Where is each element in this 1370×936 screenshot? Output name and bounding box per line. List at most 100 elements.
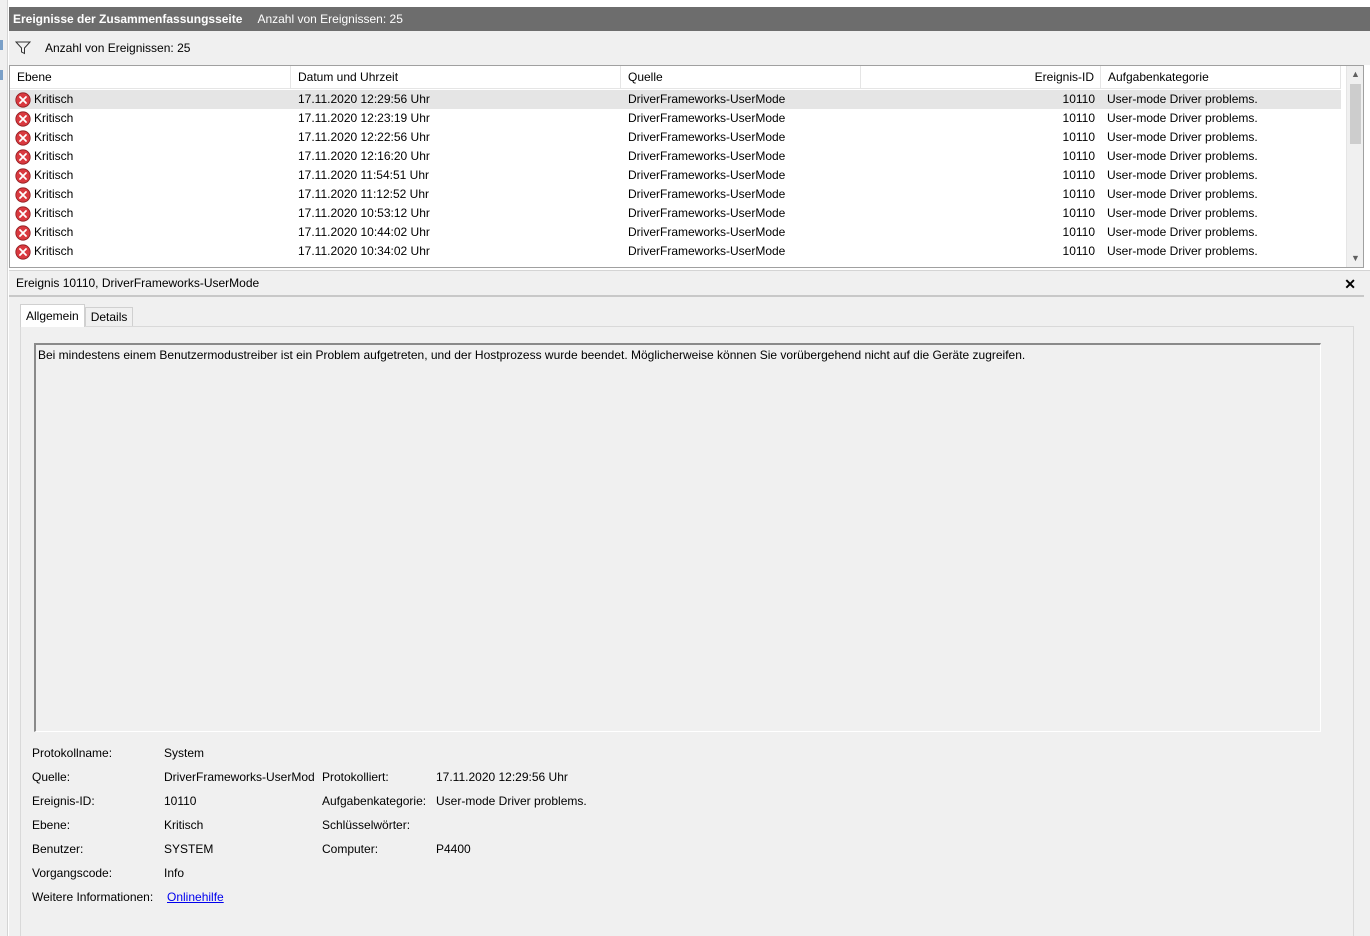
cell-level-text: Kritisch — [34, 168, 74, 182]
detail-tabs: Allgemein Details — [20, 304, 134, 327]
cell-level-text: Kritisch — [34, 187, 74, 201]
table-row[interactable]: Kritisch 17.11.2020 11:54:51 Uhr DriverFra… — [10, 166, 1341, 185]
cell-task-category: User-mode Driver problems. — [1107, 206, 1258, 220]
summary-count: Anzahl von Ereignissen: 25 — [257, 12, 403, 26]
cell-source: DriverFrameworks-UserMode — [628, 149, 786, 163]
critical-error-icon — [15, 91, 31, 108]
cell-level-text: Kritisch — [34, 111, 74, 125]
tab-general[interactable]: Allgemein — [20, 304, 85, 327]
cell-date: 17.11.2020 10:53:12 Uhr — [298, 206, 430, 220]
cell-level: Kritisch — [10, 166, 291, 185]
cell-event-id: 10110 — [1062, 206, 1095, 220]
event-detail-title: Ereignis 10110, DriverFrameworks-UserMod… — [16, 276, 260, 290]
filter-count-label: Anzahl von Ereignissen: 25 — [45, 41, 191, 55]
cell-event-id: 10110 — [1062, 225, 1095, 239]
critical-error-icon — [15, 224, 31, 241]
critical-error-icon — [15, 186, 31, 203]
cell-date: 17.11.2020 11:12:52 Uhr — [298, 187, 429, 201]
logged-label: Protokolliert: — [322, 770, 389, 784]
user-value: SYSTEM — [164, 842, 214, 856]
cell-level-text: Kritisch — [34, 130, 74, 144]
column-header-date[interactable]: Datum und Uhrzeit — [291, 66, 621, 89]
column-header-level[interactable]: Ebene — [10, 66, 291, 89]
cell-source: DriverFrameworks-UserMode — [628, 130, 786, 144]
cell-date: 17.11.2020 10:44:02 Uhr — [298, 225, 430, 239]
computer-label: Computer: — [322, 842, 379, 856]
event-list-scrollbar[interactable]: ▲ ▼ — [1346, 66, 1363, 267]
table-row[interactable]: Kritisch 17.11.2020 10:53:12 Uhr DriverFra… — [10, 204, 1341, 223]
source-label: Quelle: — [32, 770, 71, 784]
cell-task-category: User-mode Driver problems. — [1107, 111, 1258, 125]
cell-event-id: 10110 — [1062, 168, 1095, 182]
cell-date: 17.11.2020 12:29:56 Uhr — [298, 92, 430, 106]
more-info-label: Weitere Informationen: — [32, 890, 154, 904]
critical-error-icon — [15, 129, 31, 146]
cell-date: 17.11.2020 12:23:19 Uhr — [298, 111, 430, 125]
event-description[interactable]: Bei mindestens einem Benutzermodustreibe… — [34, 343, 1321, 732]
cell-date: 17.11.2020 12:16:20 Uhr — [298, 149, 430, 163]
cell-task-category: User-mode Driver problems. — [1107, 149, 1258, 163]
keywords-label: Schlüsselwörter: — [322, 818, 411, 832]
cell-level: Kritisch — [10, 147, 291, 166]
event-id-value: 10110 — [164, 794, 197, 808]
cell-level-text: Kritisch — [34, 92, 74, 106]
filter-icon[interactable] — [15, 41, 31, 55]
cell-event-id: 10110 — [1062, 111, 1095, 125]
critical-error-icon — [15, 167, 31, 184]
table-row[interactable]: Kritisch 17.11.2020 12:29:56 Uhr DriverFra… — [10, 90, 1341, 109]
cell-date: 17.11.2020 11:54:51 Uhr — [298, 168, 429, 182]
cell-event-id: 10110 — [1062, 92, 1095, 106]
task-category-label: Aufgabenkategorie: — [322, 794, 427, 808]
cell-source: DriverFrameworks-UserMode — [628, 92, 786, 106]
left-edge-marker — [0, 40, 3, 50]
event-list[interactable]: Ebene Datum und Uhrzeit Quelle Ereignis-… — [9, 65, 1364, 268]
cell-event-id: 10110 — [1062, 130, 1095, 144]
filter-bar: Anzahl von Ereignissen: 25 — [9, 31, 1370, 65]
cell-level-text: Kritisch — [34, 244, 74, 258]
cell-level: Kritisch — [10, 90, 291, 109]
cell-level-text: Kritisch — [34, 225, 74, 239]
level-label: Ebene: — [32, 818, 71, 832]
cell-level: Kritisch — [10, 242, 291, 261]
opcode-label: Vorgangscode: — [32, 866, 113, 880]
critical-error-icon — [15, 110, 31, 127]
table-row[interactable]: Kritisch 17.11.2020 11:12:52 Uhr DriverFra… — [10, 185, 1341, 204]
level-value: Kritisch — [164, 818, 204, 832]
critical-error-icon — [15, 205, 31, 222]
column-header-task-category[interactable]: Aufgabenkategorie — [1101, 66, 1341, 89]
table-row[interactable]: Kritisch 17.11.2020 12:16:20 Uhr DriverFra… — [10, 147, 1341, 166]
log-name-label: Protokollname: — [32, 746, 113, 760]
cell-event-id: 10110 — [1062, 187, 1095, 201]
cell-source: DriverFrameworks-UserMode — [628, 168, 786, 182]
event-rows: Kritisch 17.11.2020 12:29:56 Uhr DriverFra… — [10, 90, 1341, 261]
cell-date: 17.11.2020 10:34:02 Uhr — [298, 244, 430, 258]
cell-task-category: User-mode Driver problems. — [1107, 244, 1258, 258]
online-help-link[interactable]: Onlinehilfe — [167, 889, 224, 905]
task-category-value: User-mode Driver problems. — [436, 794, 587, 808]
source-value: DriverFrameworks-UserMod — [164, 770, 315, 784]
close-icon[interactable]: ✕ — [1344, 277, 1356, 291]
opcode-value: Info — [164, 866, 185, 880]
table-row[interactable]: Kritisch 17.11.2020 10:34:02 Uhr DriverFra… — [10, 242, 1341, 261]
left-edge-marker — [0, 70, 3, 80]
computer-value: P4400 — [436, 842, 471, 856]
scroll-down-icon[interactable]: ▼ — [1347, 250, 1363, 267]
column-header-source[interactable]: Quelle — [621, 66, 861, 89]
event-detail-panel: Ereignis 10110, DriverFrameworks-UserMod… — [9, 270, 1370, 936]
column-header-event-id[interactable]: Ereignis-ID — [861, 66, 1101, 89]
cell-level-text: Kritisch — [34, 206, 74, 220]
tab-details[interactable]: Details — [84, 307, 134, 327]
scroll-up-icon[interactable]: ▲ — [1347, 66, 1363, 83]
cell-source: DriverFrameworks-UserMode — [628, 111, 786, 125]
cell-task-category: User-mode Driver problems. — [1107, 130, 1258, 144]
cell-level: Kritisch — [10, 109, 291, 128]
event-detail-header: Ereignis 10110, DriverFrameworks-UserMod… — [9, 271, 1364, 297]
table-row[interactable]: Kritisch 17.11.2020 10:44:02 Uhr DriverFra… — [10, 223, 1341, 242]
cell-source: DriverFrameworks-UserMode — [628, 225, 786, 239]
user-label: Benutzer: — [32, 842, 84, 856]
scroll-thumb[interactable] — [1350, 84, 1361, 144]
event-list-header: Ebene Datum und Uhrzeit Quelle Ereignis-… — [10, 66, 1341, 89]
critical-error-icon — [15, 243, 31, 260]
table-row[interactable]: Kritisch 17.11.2020 12:23:19 Uhr DriverFra… — [10, 109, 1341, 128]
table-row[interactable]: Kritisch 17.11.2020 12:22:56 Uhr DriverFra… — [10, 128, 1341, 147]
